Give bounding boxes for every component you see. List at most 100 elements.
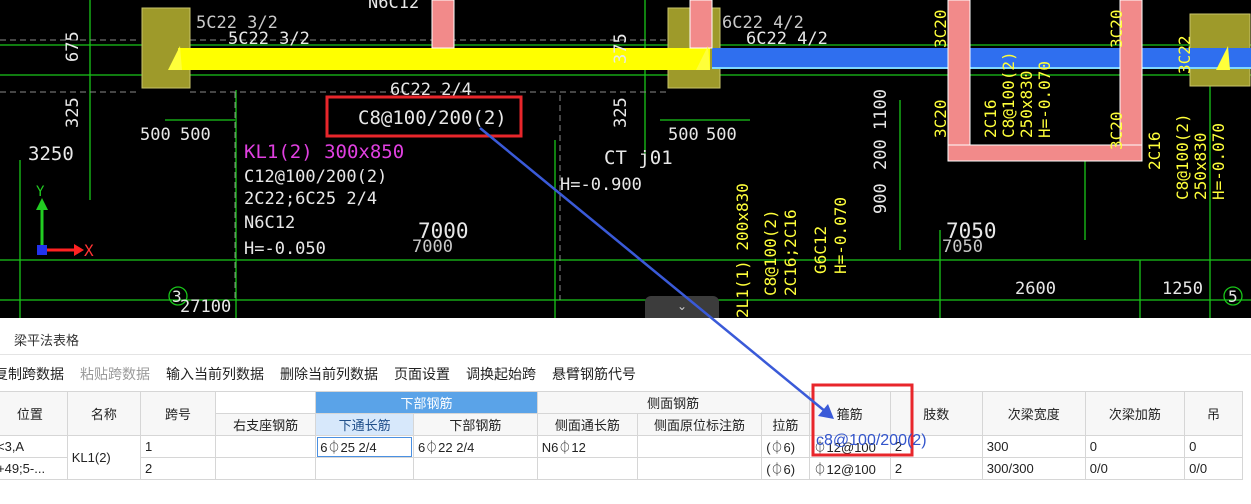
cad-label: 5C22 3/2: [228, 29, 310, 49]
cad-label: 2C16;2C16: [781, 209, 800, 296]
delete-column-data-button[interactable]: 删除当前列数据: [280, 364, 378, 386]
col-header-side-original[interactable]: 侧面原位标注筋: [636, 413, 763, 436]
cell-span[interactable]: 2: [139, 457, 217, 480]
chevron-down-icon: ⌄: [676, 299, 688, 313]
cad-label: 1250: [1162, 279, 1203, 299]
cell-stirrup[interactable]: ⏀12@100: [808, 457, 891, 480]
cell-side-continuous[interactable]: [536, 457, 638, 480]
input-column-data-button[interactable]: 输入当前列数据: [166, 364, 264, 386]
cad-label: 3C20: [931, 9, 950, 48]
cad-label: 375: [611, 33, 631, 64]
cell-span[interactable]: 1: [139, 435, 217, 458]
cantilever-rebar-code-button[interactable]: 悬臂钢筋代号: [552, 364, 636, 386]
cad-label: 2C16: [981, 99, 1000, 138]
table-row[interactable]: +49;5-... 2 (⏀6) ⏀12@100 2 300/300 0/0 0…: [0, 457, 1243, 480]
cad-label: KL1(2) 300x850: [244, 141, 404, 163]
cad-label: 500: [140, 125, 171, 145]
cad-label: 500: [180, 125, 211, 145]
copy-span-data-button[interactable]: 复制跨数据: [0, 364, 64, 386]
cell-tie[interactable]: (⏀6): [761, 435, 810, 458]
cell-secondary-add[interactable]: 0/0: [1084, 457, 1186, 480]
collapse-panel-tab[interactable]: ⌄: [645, 296, 719, 318]
cad-canvas[interactable]: 5C22 3/2 5C22 3/2 6C22 4/2 6C22 4/2 6C22…: [0, 0, 1251, 318]
cad-label: 675: [63, 31, 83, 62]
cad-label: C12@100/200(2): [244, 167, 387, 187]
cell-hanger[interactable]: 0/0: [1184, 457, 1243, 480]
beam-table: 位置 名称 跨号 下部钢筋 侧面钢筋 箍筋 肢数 次梁宽度 次梁加筋 吊 右支座…: [0, 391, 1243, 480]
cad-label: 27100: [180, 297, 231, 317]
paste-span-data-button[interactable]: 粘贴跨数据: [80, 364, 150, 386]
col-header-bottom-rebar[interactable]: 下部钢筋: [412, 413, 538, 436]
cad-label: H=-0.900: [560, 175, 642, 195]
col-header-legs[interactable]: 肢数: [889, 391, 983, 436]
cad-label: N6C12: [244, 213, 295, 233]
cad-label: H=-0.070: [1209, 123, 1228, 200]
col-header-hanger[interactable]: 吊: [1184, 391, 1243, 436]
cad-label: C8@100/200(2): [358, 107, 507, 129]
cell-secondary-width[interactable]: 300: [981, 435, 1086, 458]
col-header-secondary-add[interactable]: 次梁加筋: [1084, 391, 1186, 436]
cad-label: 900: [871, 183, 891, 214]
cad-label: 3250: [28, 143, 74, 165]
cell-hanger[interactable]: 0: [1184, 435, 1243, 458]
axis-y-label: Y: [36, 184, 45, 200]
col-header-span[interactable]: 跨号: [139, 391, 217, 436]
cell-side-continuous[interactable]: N6⏀12: [536, 435, 638, 458]
cell-side-original[interactable]: [636, 457, 763, 480]
swap-start-span-button[interactable]: 调换起始跨: [466, 364, 536, 386]
col-header-spacer: [215, 391, 317, 414]
cad-label: C8@100(2): [999, 51, 1018, 138]
cad-label: 3C22: [1175, 35, 1194, 74]
cell-legs[interactable]: 2: [889, 457, 983, 480]
col-header-right-support[interactable]: 右支座钢筋: [215, 413, 317, 436]
group-header-bottom-rebar[interactable]: 下部钢筋: [315, 391, 538, 414]
col-header-stirrup[interactable]: 箍筋: [808, 391, 891, 436]
cell-position[interactable]: +49;5-...: [0, 457, 68, 480]
cad-label: 7050: [942, 237, 983, 257]
axis-x-label: X: [84, 241, 94, 260]
cell-secondary-add[interactable]: 0: [1084, 435, 1186, 458]
cell-bottom-continuous[interactable]: [315, 457, 414, 480]
panel-title: 梁平法表格: [14, 333, 80, 348]
stirrup-overlay-text: c8@100/200(2): [816, 432, 927, 449]
page-setup-button[interactable]: 页面设置: [394, 364, 450, 386]
col-header-tie[interactable]: 拉筋: [761, 413, 810, 436]
col-header-position[interactable]: 位置: [0, 391, 68, 436]
cell-side-original[interactable]: [636, 435, 763, 458]
cad-label: N6C12: [368, 0, 419, 13]
cad-label: 3: [172, 287, 182, 306]
cad-label: 250x830: [1191, 133, 1210, 200]
cad-label: H=-0.050: [244, 239, 326, 259]
cell-secondary-width[interactable]: 300/300: [981, 457, 1086, 480]
cad-label: 3C20: [931, 99, 950, 138]
cad-label: 250x830: [1017, 71, 1036, 138]
cad-label: 325: [611, 97, 631, 128]
cad-label: C8@100(2): [761, 209, 780, 296]
cad-label: 500: [706, 125, 737, 145]
cad-label: 325: [63, 97, 83, 128]
cell-tie[interactable]: (⏀6): [761, 457, 810, 480]
cell-bottom-rebar[interactable]: 6⏀22 2/4: [412, 435, 538, 458]
divider: [0, 354, 1251, 355]
cell-bottom-rebar[interactable]: [412, 457, 538, 480]
col-header-secondary-width[interactable]: 次梁宽度: [981, 391, 1086, 436]
beam-table-panel: 梁平法表格 复制跨数据 粘贴跨数据 输入当前列数据 删除当前列数据 页面设置 调…: [0, 318, 1251, 504]
group-header-side-rebar[interactable]: 侧面钢筋: [536, 391, 810, 414]
cad-label: 3C20: [1107, 9, 1126, 48]
cad-label: 2600: [1015, 279, 1056, 299]
col-header-name[interactable]: 名称: [66, 391, 141, 436]
cell-right-support[interactable]: [215, 435, 317, 458]
cell-name[interactable]: KL1(2): [66, 435, 141, 480]
cad-label: 500: [668, 125, 699, 145]
cad-label: 1100: [871, 89, 891, 130]
col-header-side-continuous[interactable]: 侧面通长筋: [536, 413, 638, 436]
table-row[interactable]: <3,A KL1(2) 1 6⏀25 2/4 6⏀22 2/4 N6⏀12 (⏀…: [0, 435, 1243, 480]
cell-right-support[interactable]: [215, 457, 317, 480]
cell-bottom-continuous[interactable]: 6⏀25 2/4: [315, 435, 414, 458]
cell-position[interactable]: <3,A: [0, 435, 68, 458]
cad-drawing-viewport[interactable]: 5C22 3/2 5C22 3/2 6C22 4/2 6C22 4/2 6C22…: [0, 0, 1251, 318]
cad-label: 6C22 2/4: [390, 80, 472, 100]
col-header-bottom-continuous[interactable]: 下通长筋: [315, 413, 414, 436]
cad-label: 7000: [412, 237, 453, 257]
cad-label: C8@100(2): [1173, 113, 1192, 200]
